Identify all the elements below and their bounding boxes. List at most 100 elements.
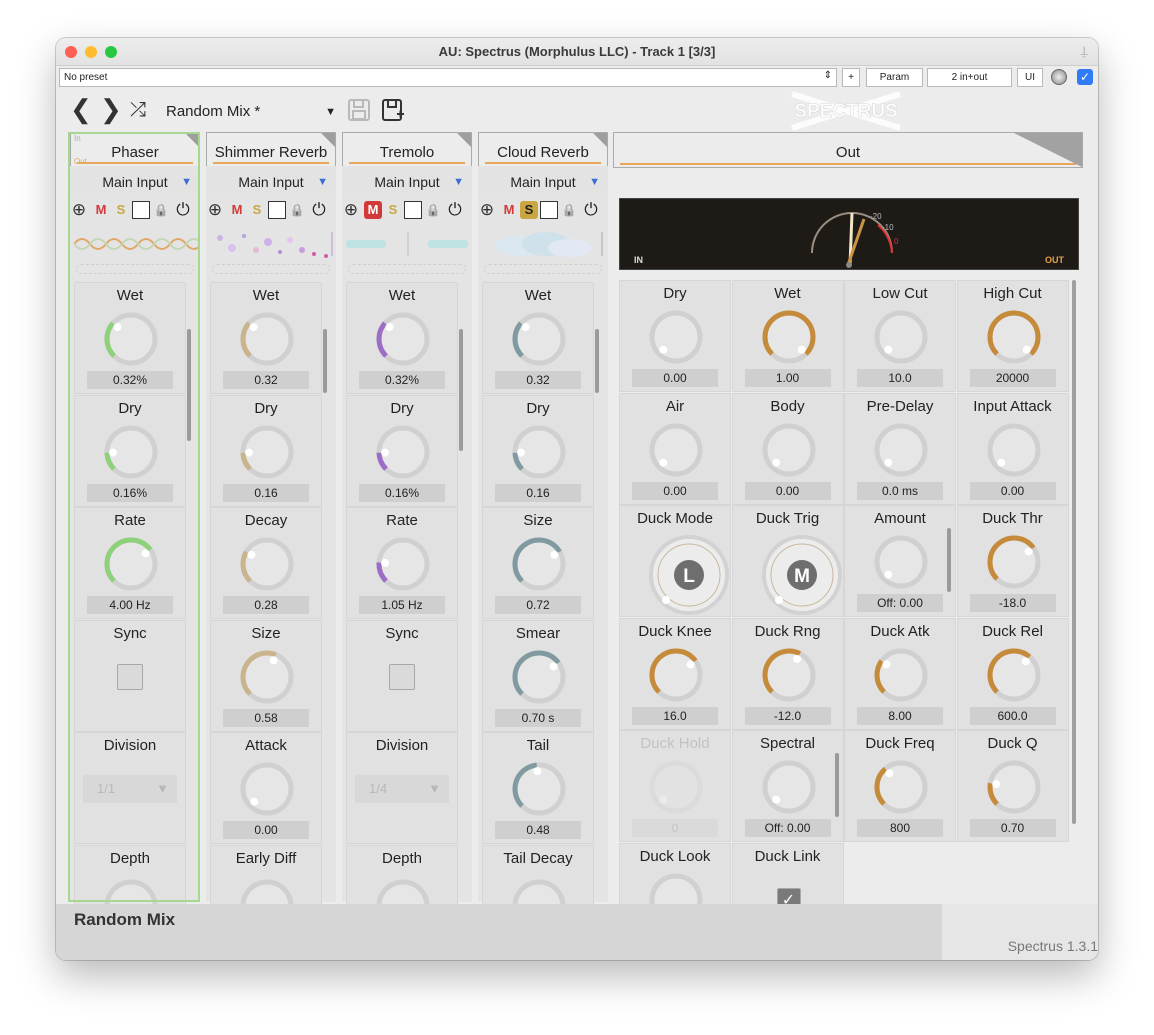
shimmer-lock-icon[interactable]: 🔒 (288, 201, 306, 219)
knob-icon[interactable] (984, 757, 1044, 817)
division-select[interactable]: 1/1 ▼ (83, 775, 177, 803)
param-value[interactable]: -12.0 (744, 706, 831, 725)
knob-icon[interactable] (759, 757, 819, 817)
knob-icon[interactable] (871, 420, 931, 480)
param-value[interactable]: Off: 0.00 (744, 819, 831, 837)
out-header[interactable]: Out (613, 132, 1083, 168)
knob-icon[interactable] (237, 534, 297, 594)
shimmer-power-icon[interactable]: ⏻ (310, 201, 328, 219)
shimmer-add-icon[interactable]: ⊕ (206, 201, 224, 219)
knob-icon[interactable] (646, 307, 706, 367)
param-value[interactable]: -18.0 (969, 594, 1056, 612)
param-value[interactable]: 0.58 (223, 708, 309, 727)
cloud-scrollbar[interactable] (595, 329, 599, 393)
knob-icon[interactable] (871, 645, 931, 705)
param-value[interactable]: 16.0 (632, 706, 718, 725)
param-value[interactable]: 10.0 (857, 369, 943, 387)
param-value[interactable]: 0.0 ms (857, 481, 943, 500)
tremolo-power-icon[interactable]: ⏻ (446, 201, 464, 219)
host-ui-button[interactable]: UI (1017, 68, 1043, 87)
knob-icon[interactable] (101, 534, 161, 594)
duck-mode-knob-icon[interactable]: M (759, 532, 845, 618)
knob-icon[interactable] (984, 307, 1044, 367)
knob-icon[interactable] (759, 307, 819, 367)
tremolo-header[interactable]: Tremolo (342, 132, 472, 166)
cloud-mute-button[interactable]: M (500, 201, 518, 219)
param-value[interactable]: 0.32 (495, 371, 581, 389)
host-io-button[interactable]: 2 in+out (927, 68, 1012, 87)
param-value[interactable]: 20000 (969, 369, 1056, 387)
sync-checkbox[interactable] (117, 663, 143, 690)
knob-icon[interactable] (871, 532, 931, 592)
host-add-button[interactable]: + (842, 68, 860, 87)
param-value[interactable]: 0.70 (969, 819, 1056, 837)
knob-icon[interactable] (984, 420, 1044, 480)
division-select[interactable]: 1/4 ▼ (355, 775, 449, 803)
param-value[interactable]: 1.00 (744, 369, 831, 387)
tremolo-lock-icon[interactable]: 🔒 (424, 201, 442, 219)
param-value[interactable]: 0.00 (632, 481, 718, 500)
out-scrollbar[interactable] (1072, 280, 1076, 824)
param-value[interactable]: 4.00 Hz (87, 596, 173, 614)
param-value[interactable]: 0.32 (223, 371, 309, 389)
knob-icon[interactable] (759, 420, 819, 480)
param-value[interactable]: Off: 0.00 (857, 594, 943, 612)
param-value[interactable]: 600.0 (969, 706, 1056, 725)
shimmer-solo-button[interactable]: S (248, 201, 266, 219)
knob-icon[interactable] (646, 757, 706, 817)
param-value[interactable]: 1.05 Hz (359, 596, 445, 614)
knob-icon[interactable] (646, 645, 706, 705)
param-value[interactable]: 0.00 (969, 481, 1056, 500)
knob-icon[interactable] (509, 309, 569, 369)
chevron-left-icon[interactable]: ❮ (70, 94, 92, 124)
knob-icon[interactable] (759, 645, 819, 705)
tremolo-bypass-checkbox[interactable] (404, 201, 422, 219)
param-value[interactable]: 0.48 (495, 821, 581, 839)
phaser-drop-zone[interactable] (76, 264, 194, 274)
knob-icon[interactable] (984, 532, 1044, 592)
host-bypass-checkbox[interactable]: ✓ (1077, 69, 1093, 85)
knob-icon[interactable] (373, 309, 433, 369)
phaser-header[interactable]: In Out Phaser (70, 132, 200, 166)
host-param-button[interactable]: Param (866, 68, 923, 87)
cloud-bypass-checkbox[interactable] (540, 201, 558, 219)
phaser-input-select[interactable]: Main Input ▼ (70, 170, 200, 194)
knob-icon[interactable] (871, 307, 931, 367)
host-preset-select[interactable]: No preset ⇕ (59, 68, 837, 87)
chevron-right-icon[interactable]: ❯ (100, 94, 122, 124)
param-value[interactable]: 0.00 (632, 369, 718, 387)
param-value[interactable]: 0.70 s (495, 708, 581, 727)
knob-icon[interactable] (237, 422, 297, 482)
param-value[interactable]: 0.00 (744, 481, 831, 500)
cloud-drop-zone[interactable] (484, 264, 602, 274)
shimmer-header[interactable]: Shimmer Reverb (206, 132, 336, 166)
duck-mode-knob-icon[interactable]: L (646, 532, 732, 618)
phaser-add-icon[interactable]: ⊕ (70, 201, 88, 219)
param-value[interactable]: 0.28 (223, 596, 309, 614)
knob-icon[interactable] (373, 422, 433, 482)
shimmer-bypass-checkbox[interactable] (268, 201, 286, 219)
phaser-bypass-checkbox[interactable] (132, 201, 150, 219)
knob-icon[interactable] (237, 759, 297, 819)
param-value[interactable]: 800 (857, 819, 943, 837)
cloud-solo-button[interactable]: S (520, 201, 538, 219)
shimmer-scrollbar[interactable] (323, 329, 327, 393)
knob-icon[interactable] (101, 309, 161, 369)
knob-icon[interactable] (373, 534, 433, 594)
knob-icon[interactable] (984, 645, 1044, 705)
knob-icon[interactable] (237, 309, 297, 369)
cloud-input-select[interactable]: Main Input ▼ (478, 170, 608, 194)
tremolo-scrollbar[interactable] (459, 329, 463, 451)
knob-icon[interactable] (646, 420, 706, 480)
mini-scrollbar[interactable] (947, 528, 951, 592)
save-icon[interactable] (346, 97, 372, 123)
param-value[interactable]: 0.16 (495, 483, 581, 502)
phaser-power-icon[interactable]: ⏻ (174, 201, 192, 219)
cloud-lock-icon[interactable]: 🔒 (560, 201, 578, 219)
shimmer-mute-button[interactable]: M (228, 201, 246, 219)
phaser-lock-icon[interactable]: 🔒 (152, 201, 170, 219)
param-value[interactable]: 0.16% (359, 483, 445, 502)
param-value[interactable]: 0.32% (87, 371, 173, 389)
mini-scrollbar[interactable] (834, 753, 839, 817)
param-value[interactable]: 0.72 (495, 596, 581, 614)
